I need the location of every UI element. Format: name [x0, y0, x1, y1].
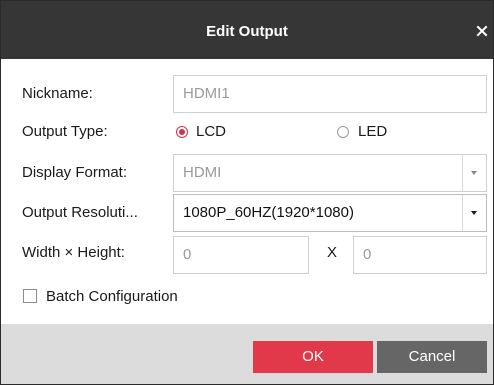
height-value: 0: [363, 246, 372, 263]
display-format-value: HDMI: [183, 164, 222, 181]
chevron-down-icon: [462, 155, 486, 191]
display-format-label: Display Format:: [22, 164, 128, 181]
output-resolution-select[interactable]: 1080P_60HZ(1920*1080): [173, 194, 487, 232]
chevron-down-icon: [462, 195, 486, 231]
cancel-button[interactable]: Cancel: [377, 341, 487, 373]
width-value: 0: [183, 246, 192, 263]
led-radio-label[interactable]: LED: [358, 123, 387, 140]
nickname-label: Nickname:: [22, 85, 93, 102]
close-icon[interactable]: [475, 23, 489, 39]
output-resolution-label: Output Resoluti...: [22, 204, 138, 221]
ok-button[interactable]: OK: [253, 341, 373, 373]
width-height-label: Width × Height:: [22, 244, 125, 261]
lcd-radio[interactable]: [176, 126, 188, 138]
nickname-field[interactable]: HDMI1: [173, 75, 487, 113]
led-radio[interactable]: [337, 126, 349, 138]
display-format-select[interactable]: HDMI: [173, 154, 487, 192]
lcd-radio-label[interactable]: LCD: [196, 123, 226, 140]
edit-output-dialog: Edit Output Nickname: HDMI1 Output Type:…: [0, 0, 494, 385]
output-resolution-value: 1080P_60HZ(1920*1080): [183, 204, 354, 221]
dialog-title: Edit Output: [206, 23, 288, 40]
dialog-title-bar: Edit Output: [1, 1, 493, 59]
height-input[interactable]: 0: [353, 236, 487, 274]
batch-configuration-checkbox[interactable]: [23, 289, 37, 303]
width-input[interactable]: 0: [173, 236, 309, 274]
batch-configuration-label[interactable]: Batch Configuration: [46, 288, 178, 305]
size-separator: X: [327, 244, 338, 261]
nickname-value: HDMI1: [183, 85, 230, 102]
output-type-label: Output Type:: [22, 123, 108, 140]
